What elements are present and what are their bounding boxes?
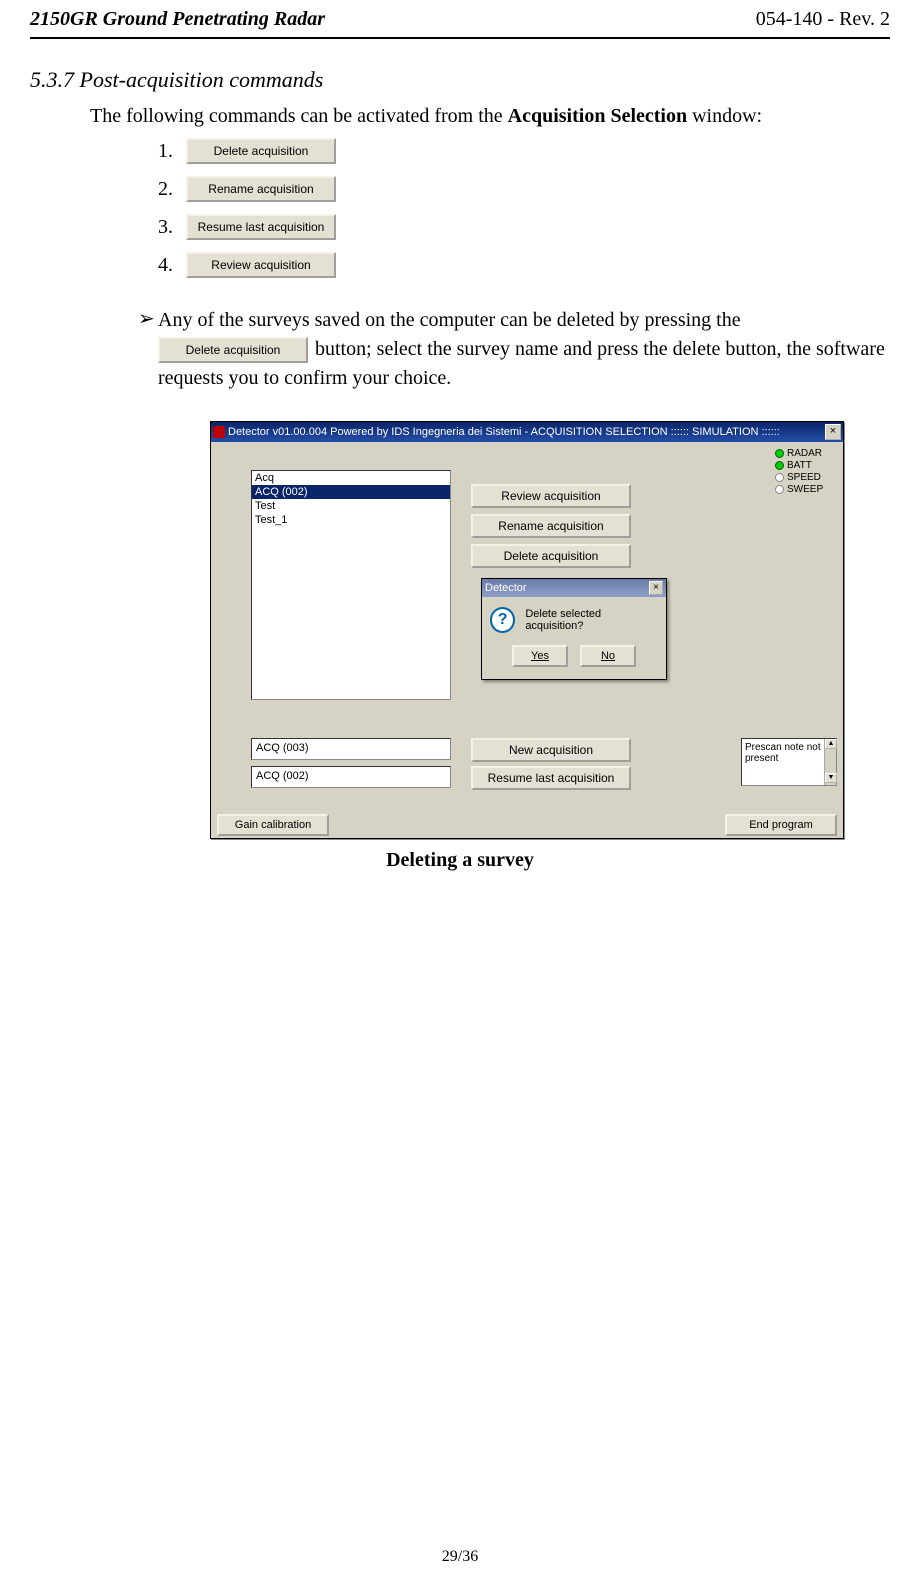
scroll-down-button[interactable]: ▼ — [825, 773, 837, 783]
list-item: 2.Rename acquisition — [158, 176, 890, 202]
status-label: SPEED — [787, 472, 821, 483]
window-body: Acq ACQ (002) Test Test_1 Review acquisi… — [211, 442, 843, 840]
application-window: Detector v01.00.004 Powered by IDS Ingeg… — [210, 421, 844, 839]
delete-acquisition-button[interactable]: Delete acquisition — [186, 138, 336, 164]
question-icon: ? — [490, 607, 515, 633]
bullet-body: Any of the surveys saved on the computer… — [158, 306, 890, 393]
list-item[interactable]: Acq — [252, 471, 450, 485]
status-row-batt: BATT — [775, 460, 837, 471]
titlebar-left: Detector v01.00.004 Powered by IDS Ingeg… — [213, 426, 780, 438]
dialog-question: Delete selected acquisition? — [525, 608, 658, 632]
delete-acquisition-button[interactable]: Delete acquisition — [471, 544, 631, 568]
dialog-content-row: ? Delete selected acquisition? — [490, 607, 658, 633]
acquisition-listbox[interactable]: Acq ACQ (002) Test Test_1 — [251, 470, 451, 700]
bullet-icon: ➢ — [138, 306, 158, 393]
intro-pre: The following commands can be activated … — [90, 105, 508, 127]
delete-acquisition-button-inline[interactable]: Delete acquisition — [158, 337, 308, 363]
list-item: 3.Resume last acquisition — [158, 214, 890, 240]
new-acquisition-button[interactable]: New acquisition — [471, 738, 631, 762]
page-footer: 29/36 — [0, 1548, 920, 1566]
last-acquisition-name-input[interactable]: ACQ (002) — [251, 766, 451, 788]
led-on-icon — [775, 461, 784, 470]
led-on-icon — [775, 449, 784, 458]
intro-bold: Acquisition Selection — [508, 105, 687, 127]
status-row-radar: RADAR — [775, 448, 837, 459]
command-list: 1.Delete acquisition 2.Rename acquisitio… — [158, 138, 890, 278]
dialog-titlebar: Detector × — [482, 579, 666, 597]
list-item[interactable]: Test — [252, 499, 450, 513]
titlebar: Detector v01.00.004 Powered by IDS Ingeg… — [211, 422, 843, 442]
scrollbar[interactable]: ▲ ▼ — [824, 739, 836, 785]
list-item: 1.Delete acquisition — [158, 138, 890, 164]
list-number: 1. — [158, 140, 186, 163]
yes-button[interactable]: Yes — [512, 645, 568, 667]
new-acquisition-name-input[interactable]: ACQ (003) — [251, 738, 451, 760]
prescan-note-box: Prescan note not present ▲ ▼ — [741, 738, 837, 786]
dialog-close-button[interactable]: × — [649, 581, 663, 595]
resume-last-acquisition-button[interactable]: Resume last acquisition — [471, 766, 631, 790]
list-item[interactable]: Test_1 — [252, 513, 450, 527]
status-panel: RADAR BATT SPEED SWEEP — [775, 448, 837, 496]
end-program-button[interactable]: End program — [725, 814, 837, 836]
yes-label: Yes — [531, 650, 549, 662]
intro-paragraph: The following commands can be activated … — [90, 103, 890, 130]
status-label: BATT — [787, 460, 812, 471]
figure-caption: Deleting a survey — [30, 849, 890, 872]
screenshot-figure: Detector v01.00.004 Powered by IDS Ingeg… — [210, 421, 890, 839]
list-item-selected[interactable]: ACQ (002) — [252, 485, 450, 499]
rename-acquisition-button[interactable]: Rename acquisition — [471, 514, 631, 538]
window-close-button[interactable]: × — [825, 424, 841, 440]
prescan-note-text: Prescan note not present — [745, 742, 833, 764]
bullet-line1: Any of the surveys saved on the computer… — [158, 309, 741, 331]
dialog-title: Detector — [485, 582, 527, 594]
led-off-icon — [775, 485, 784, 494]
intro-post: window: — [687, 105, 762, 127]
status-row-speed: SPEED — [775, 472, 837, 483]
header-right: 054-140 - Rev. 2 — [756, 8, 890, 31]
app-icon — [213, 426, 225, 438]
dialog-buttons: Yes No — [490, 645, 658, 667]
section-title: 5.3.7 Post-acquisition commands — [30, 67, 890, 93]
list-number: 4. — [158, 254, 186, 277]
resume-last-acquisition-button[interactable]: Resume last acquisition — [186, 214, 336, 240]
led-off-icon — [775, 473, 784, 482]
no-button[interactable]: No — [580, 645, 636, 667]
header-rule — [30, 37, 890, 39]
status-row-sweep: SWEEP — [775, 484, 837, 495]
rename-acquisition-button[interactable]: Rename acquisition — [186, 176, 336, 202]
list-item: 4.Review acquisition — [158, 252, 890, 278]
bullet-paragraph: ➢ Any of the surveys saved on the comput… — [138, 306, 890, 393]
list-number: 2. — [158, 178, 186, 201]
review-acquisition-button[interactable]: Review acquisition — [186, 252, 336, 278]
page-header: 2150GR Ground Penetrating Radar 054-140 … — [30, 8, 890, 35]
review-acquisition-button[interactable]: Review acquisition — [471, 484, 631, 508]
status-label: SWEEP — [787, 484, 823, 495]
scroll-up-button[interactable]: ▲ — [825, 739, 837, 749]
gain-calibration-button[interactable]: Gain calibration — [217, 814, 329, 836]
status-label: RADAR — [787, 448, 822, 459]
header-left: 2150GR Ground Penetrating Radar — [30, 8, 325, 31]
confirm-dialog: Detector × ? Delete selected acquisition… — [481, 578, 667, 680]
list-number: 3. — [158, 216, 186, 239]
dialog-body: ? Delete selected acquisition? Yes No — [482, 597, 666, 679]
no-label: No — [601, 650, 615, 662]
titlebar-text: Detector v01.00.004 Powered by IDS Ingeg… — [228, 426, 780, 438]
